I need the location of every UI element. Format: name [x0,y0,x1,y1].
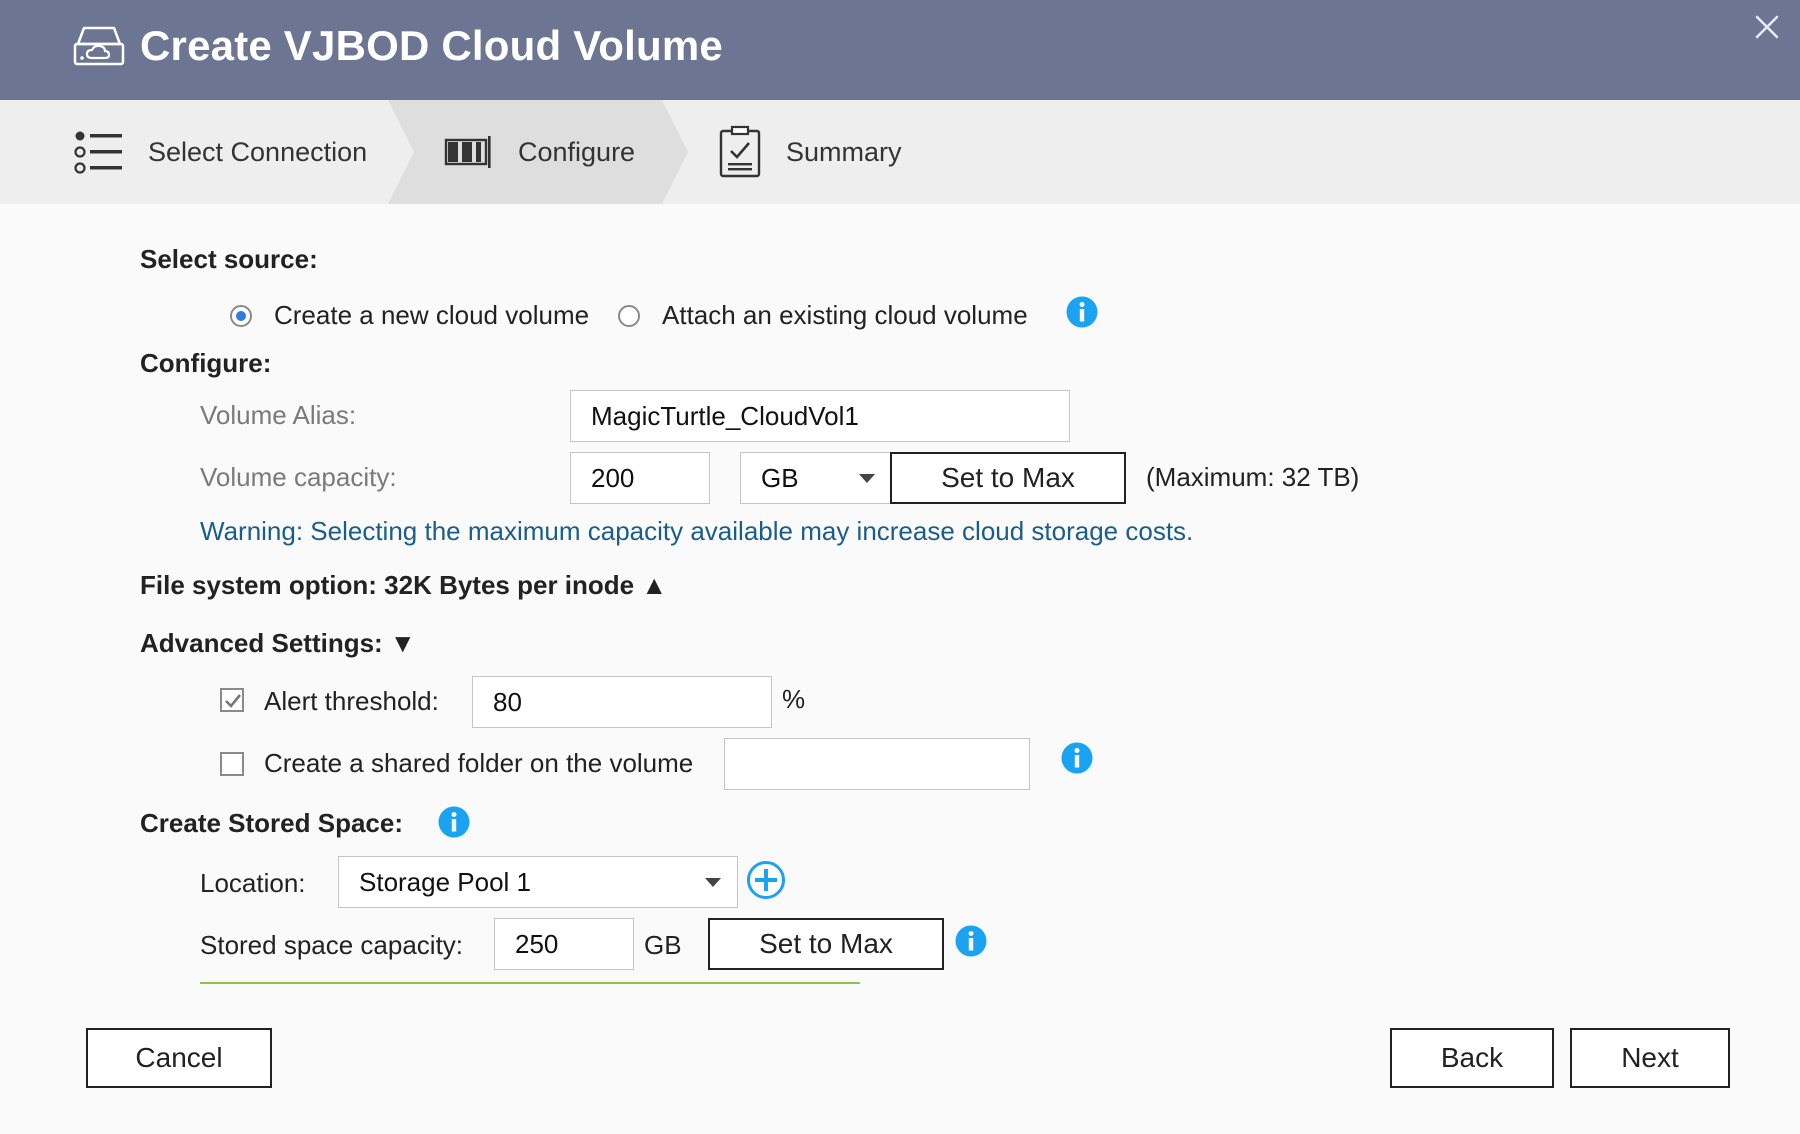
next-button[interactable]: Next [1570,1028,1730,1088]
chevron-down-icon [859,474,875,483]
step-configure[interactable]: Configure [444,100,635,204]
stored-space-set-to-max-button[interactable]: Set to Max [708,918,944,970]
stored-space-capacity-label: Stored space capacity: [200,930,464,960]
shared-folder-label: Create a shared folder on the volume [264,748,694,778]
location-label: Location: [200,868,306,898]
alert-threshold-input[interactable]: 80 [472,676,772,728]
add-storage-pool-icon[interactable] [746,860,786,900]
close-icon[interactable] [1752,12,1782,42]
shared-folder-checkbox[interactable] [220,752,244,776]
capacity-warning: Warning: Selecting the maximum capacity … [200,516,1194,546]
list-icon [74,131,122,174]
volume-alias-input[interactable]: MagicTurtle_CloudVol1 [570,390,1070,442]
alert-threshold-unit: % [782,684,806,714]
shared-folder-input[interactable] [724,738,1030,790]
checkmark-icon [225,694,242,708]
alert-threshold-label: Alert threshold: [264,686,439,716]
volume-alias-label: Volume Alias: [200,400,357,430]
wizard-steps: Select Connection Configure Summary [0,100,1800,204]
info-icon[interactable] [1061,742,1093,774]
step-label: Select Connection [148,136,368,167]
location-value: Storage Pool 1 [359,866,532,897]
configure-heading: Configure: [140,348,272,378]
radio-create-new[interactable] [230,305,252,327]
step-label: Summary [786,136,902,167]
radio-create-new-label[interactable]: Create a new cloud volume [274,300,589,331]
file-system-option-toggle[interactable]: File system option: 32K Bytes per inode … [140,570,667,601]
capacity-unit-value: GB [761,462,799,493]
create-stored-space-heading: Create Stored Space: [140,808,403,838]
cancel-button[interactable]: Cancel [86,1028,272,1088]
volume-capacity-label: Volume capacity: [200,462,397,492]
back-button[interactable]: Back [1390,1028,1554,1088]
cloud-drive-icon [73,26,125,66]
configure-icon [444,136,491,168]
info-icon[interactable] [955,925,987,957]
volume-set-to-max-button[interactable]: Set to Max [890,452,1126,504]
maximum-capacity-text: (Maximum: 32 TB) [1146,462,1360,492]
content-divider [200,982,860,984]
info-icon[interactable] [1066,296,1098,328]
advanced-settings-toggle[interactable]: Advanced Settings: ▼ [140,628,416,659]
stored-space-unit: GB [644,930,682,960]
title-bar: Create VJBOD Cloud Volume [0,0,1800,100]
alert-threshold-checkbox[interactable] [220,688,244,712]
step-select-connection[interactable]: Select Connection [74,100,367,204]
window-title: Create VJBOD Cloud Volume [140,22,723,69]
capacity-unit-select[interactable]: GB [740,452,892,504]
info-icon[interactable] [438,806,470,838]
wizard-content: Select source: Create a new cloud volume… [0,204,1800,1134]
volume-capacity-input[interactable]: 200 [570,452,710,504]
select-source-heading: Select source: [140,244,318,274]
chevron-down-icon [705,878,721,887]
radio-attach-existing[interactable] [618,305,640,327]
location-select[interactable]: Storage Pool 1 [338,856,738,908]
clipboard-check-icon [719,125,761,178]
step-label: Configure [518,136,636,167]
radio-attach-existing-label[interactable]: Attach an existing cloud volume [662,300,1028,331]
step-summary[interactable]: Summary [718,100,902,204]
stored-space-capacity-input[interactable]: 250 [494,918,634,970]
